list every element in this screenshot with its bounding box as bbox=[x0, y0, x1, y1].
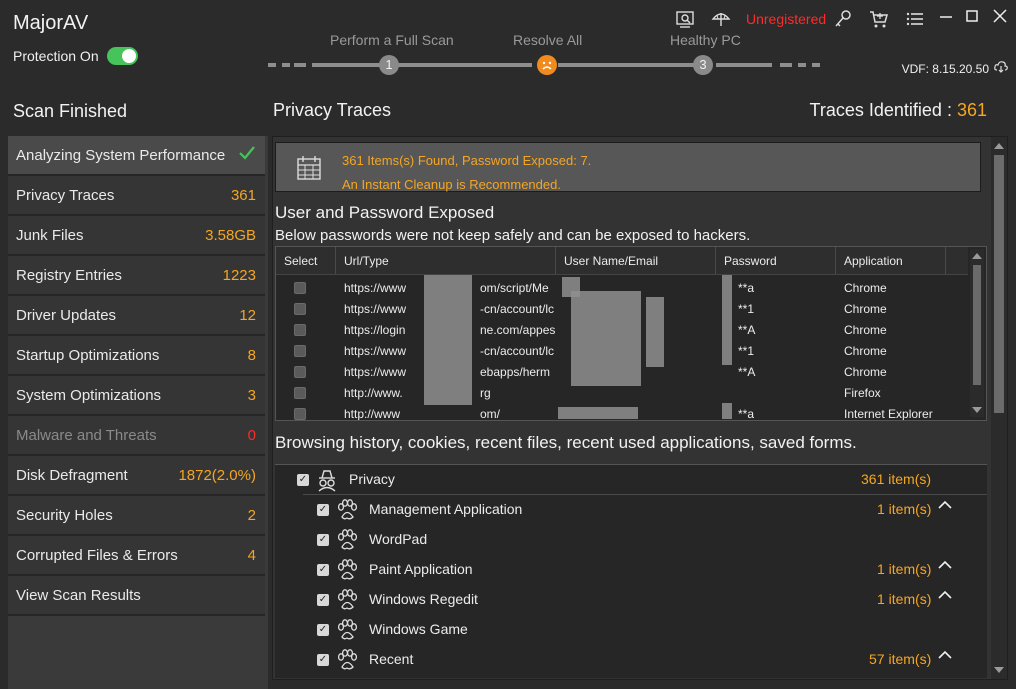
tree-item-privacy[interactable]: ✓ Privacy 361 item(s) bbox=[275, 465, 987, 495]
close-button[interactable] bbox=[992, 8, 1008, 24]
paw-icon bbox=[335, 498, 359, 525]
sidebar-item-system-optimizations[interactable]: System Optimizations 3 bbox=[8, 376, 265, 416]
sidebar-item-junk-files[interactable]: Junk Files 3.58GB bbox=[8, 216, 265, 256]
step-label-full-scan: Perform a Full Scan bbox=[330, 32, 454, 48]
minimize-button[interactable] bbox=[938, 8, 954, 24]
row-checkbox[interactable] bbox=[294, 344, 306, 357]
tree-checkbox[interactable]: ✓ bbox=[317, 654, 329, 666]
alert-line-found: 361 Items(s) Found, Password Exposed: 7. bbox=[342, 153, 592, 168]
checkmark-icon bbox=[238, 145, 256, 165]
cart-icon[interactable] bbox=[868, 8, 890, 30]
table-scrollbar[interactable] bbox=[970, 249, 984, 417]
vdf-label: VDF: 8.15.20.50 bbox=[901, 61, 989, 76]
redaction-blur bbox=[646, 297, 664, 367]
traces-count: 361 bbox=[956, 100, 987, 120]
menu-icon[interactable] bbox=[904, 8, 926, 30]
paw-icon bbox=[335, 588, 359, 615]
table-header: Select Url/Type User Name/Email Password… bbox=[276, 247, 968, 275]
content-header: Privacy Traces Traces Identified : 361 bbox=[273, 98, 991, 128]
chevron-up-icon[interactable] bbox=[937, 647, 953, 663]
col-password[interactable]: Password bbox=[716, 247, 836, 274]
step-3-dot: 3 bbox=[693, 55, 713, 75]
col-username[interactable]: User Name/Email bbox=[556, 247, 716, 274]
row-checkbox[interactable] bbox=[294, 281, 306, 294]
tree-checkbox[interactable]: ✓ bbox=[317, 564, 329, 576]
sidebar-item-system-performance[interactable]: Analyzing System Performance bbox=[8, 136, 265, 176]
tree-checkbox[interactable]: ✓ bbox=[317, 594, 329, 606]
tree-item-recent[interactable]: ✓ Recent 57 item(s) bbox=[275, 645, 987, 675]
row-checkbox[interactable] bbox=[294, 365, 306, 378]
vdf-version: VDF: 8.15.20.50 bbox=[902, 61, 1008, 76]
umbrella-icon[interactable] bbox=[710, 8, 732, 30]
title-bar: MajorAV Protection On Perform a Full Sca… bbox=[0, 0, 1016, 88]
step-label-healthy-pc: Healthy PC bbox=[670, 32, 741, 48]
spy-icon bbox=[315, 468, 339, 495]
sidebar-item-view-scan-results[interactable]: View Scan Results bbox=[8, 576, 265, 616]
tree-item-management-application[interactable]: ✓ Management Application 1 item(s) bbox=[275, 495, 987, 525]
protection-toggle[interactable] bbox=[106, 47, 138, 65]
tree-item-paint-application[interactable]: ✓ Paint Application 1 item(s) bbox=[275, 555, 987, 585]
paw-icon bbox=[335, 528, 359, 555]
content-scrollbar[interactable] bbox=[991, 137, 1007, 679]
protection-status: Protection On bbox=[13, 47, 138, 65]
redaction-blur bbox=[558, 407, 638, 419]
redaction-blur bbox=[571, 291, 641, 386]
chevron-up-icon[interactable] bbox=[937, 587, 953, 603]
password-table: Select Url/Type User Name/Email Password… bbox=[275, 246, 987, 421]
tree-item-windows-game[interactable]: ✓ Windows Game bbox=[275, 615, 987, 645]
row-checkbox[interactable] bbox=[294, 302, 306, 315]
password-section-title: User and Password Exposed bbox=[275, 203, 495, 222]
protection-label: Protection On bbox=[13, 48, 99, 64]
sidebar-item-security-holes[interactable]: Security Holes 2 bbox=[8, 496, 265, 536]
row-checkbox[interactable] bbox=[294, 323, 306, 336]
tree-item-windows-regedit[interactable]: ✓ Windows Regedit 1 item(s) bbox=[275, 585, 987, 615]
step-label-resolve-all: Resolve All bbox=[513, 32, 583, 48]
sidebar-heading: Scan Finished bbox=[8, 90, 268, 136]
maximize-button[interactable] bbox=[964, 8, 980, 24]
redaction-blur bbox=[722, 403, 732, 419]
content-panel: 361 Items(s) Found, Password Exposed: 7.… bbox=[272, 136, 1008, 680]
page-title: Privacy Traces bbox=[273, 100, 392, 120]
step-1-dot: 1 bbox=[379, 55, 399, 75]
step-2-frown-icon bbox=[537, 55, 557, 75]
row-checkbox[interactable] bbox=[294, 386, 306, 399]
sidebar-item-startup-optimizations[interactable]: Startup Optimizations 8 bbox=[8, 336, 265, 376]
tree-checkbox[interactable]: ✓ bbox=[317, 504, 329, 516]
tree-checkbox[interactable]: ✓ bbox=[317, 624, 329, 636]
col-select[interactable]: Select bbox=[276, 247, 336, 274]
toolbar: Unregistered bbox=[674, 8, 940, 30]
paw-icon bbox=[335, 618, 359, 645]
traces-identified: Traces Identified : 361 bbox=[809, 100, 987, 120]
row-checkbox[interactable] bbox=[294, 407, 306, 420]
paw-icon bbox=[335, 558, 359, 585]
sidebar-item-corrupted-files[interactable]: Corrupted Files & Errors 4 bbox=[8, 536, 265, 576]
privacy-tree: ✓ Privacy 361 item(s) ✓ Management Appli… bbox=[275, 464, 987, 678]
alert-line-recommend: An Instant Cleanup is Recommended. bbox=[342, 177, 561, 192]
key-icon[interactable] bbox=[832, 8, 854, 30]
password-section-subtitle: Below passwords were not keep safely and… bbox=[275, 227, 751, 244]
col-url[interactable]: Url/Type bbox=[336, 247, 556, 274]
chevron-up-icon[interactable] bbox=[937, 497, 953, 513]
cloud-update-icon[interactable] bbox=[994, 61, 1008, 76]
tree-item-wordpad[interactable]: ✓ WordPad bbox=[275, 525, 987, 555]
col-application[interactable]: Application bbox=[836, 247, 946, 274]
sidebar-item-privacy-traces[interactable]: Privacy Traces 361 bbox=[8, 176, 265, 216]
sidebar-item-driver-updates[interactable]: Driver Updates 12 bbox=[8, 296, 265, 336]
calendar-icon bbox=[296, 155, 322, 186]
unregistered-link[interactable]: Unregistered bbox=[746, 11, 826, 27]
sidebar-item-registry-entries[interactable]: Registry Entries 1223 bbox=[8, 256, 265, 296]
tree-checkbox[interactable]: ✓ bbox=[297, 474, 309, 486]
redaction-blur bbox=[722, 275, 732, 365]
sidebar-item-malware-threats[interactable]: Malware and Threats 0 bbox=[8, 416, 265, 456]
scan-report-icon[interactable] bbox=[674, 8, 696, 30]
alert-banner: 361 Items(s) Found, Password Exposed: 7.… bbox=[275, 142, 981, 192]
history-section-title: Browsing history, cookies, recent files,… bbox=[275, 433, 857, 452]
tree-checkbox[interactable]: ✓ bbox=[317, 534, 329, 546]
paw-icon bbox=[335, 648, 359, 675]
chevron-up-icon[interactable] bbox=[937, 557, 953, 573]
redaction-blur bbox=[424, 275, 472, 405]
sidebar: Scan Finished Analyzing System Performan… bbox=[8, 90, 268, 689]
sidebar-item-disk-defragment[interactable]: Disk Defragment 1872(2.0%) bbox=[8, 456, 265, 496]
app-title: MajorAV bbox=[13, 12, 89, 34]
